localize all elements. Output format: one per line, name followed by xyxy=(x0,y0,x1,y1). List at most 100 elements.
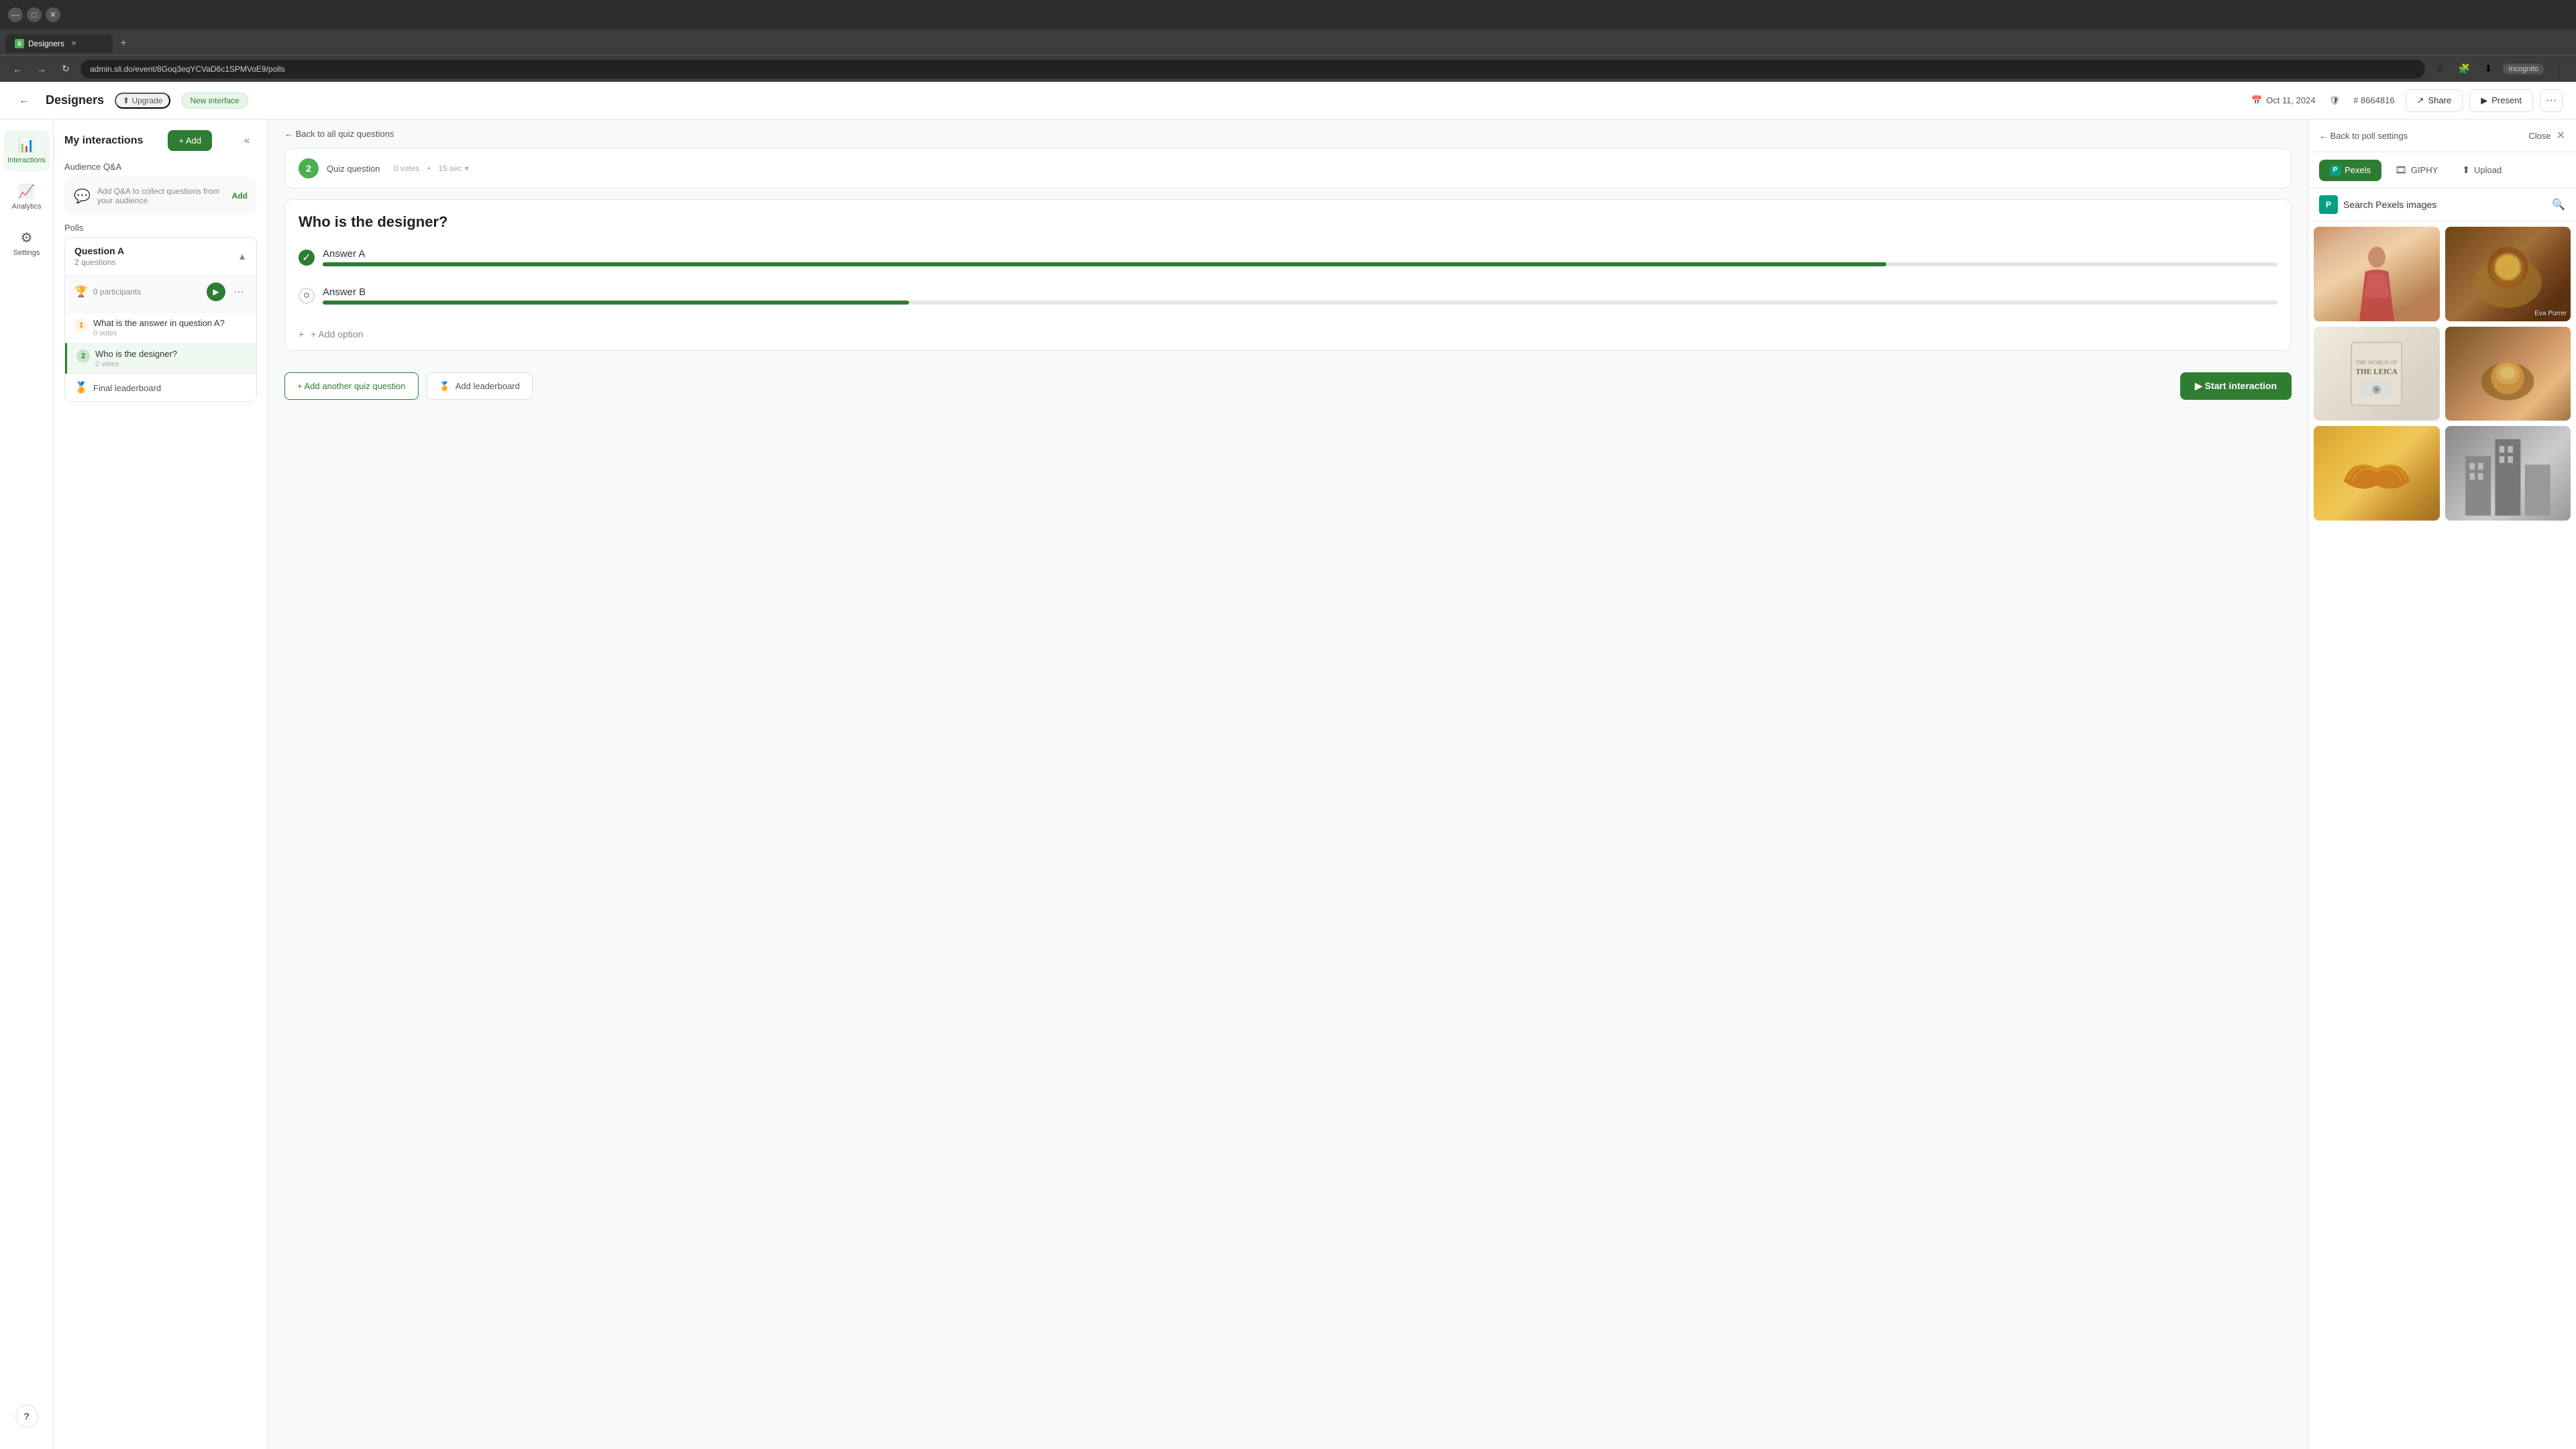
header-date: 📅 Oct 11, 2024 xyxy=(2251,95,2316,106)
pexels-tab-upload[interactable]: ⬆ Upload xyxy=(2451,159,2512,181)
question-row-2[interactable]: 2 Who is the designer? 0 votes xyxy=(65,343,256,374)
settings-icon: ⚙ xyxy=(21,229,33,246)
pexels-image-3[interactable]: THE WORLD OF THE LEICA xyxy=(2314,327,2440,421)
leaderboard-text: Final leaderboard xyxy=(93,383,161,393)
share-btn[interactable]: ↗ Share xyxy=(2406,89,2463,112)
answer-check-a: ✓ xyxy=(299,250,315,266)
answer-option-b: ○ Answer B xyxy=(299,280,2277,311)
bookmark-btn[interactable]: ☆ xyxy=(2430,60,2449,78)
qa-add-btn[interactable]: Add xyxy=(232,191,248,201)
header-actions: ↗ Share ▶ Present ··· xyxy=(2406,89,2563,112)
pexels-image-6[interactable] xyxy=(2445,426,2571,521)
help-btn[interactable]: ? xyxy=(15,1405,38,1428)
leaderboard-btn-icon: 🏅 xyxy=(439,381,450,392)
download-btn[interactable]: ⬇ xyxy=(2479,60,2498,78)
answer-bar-a xyxy=(323,262,2277,266)
add-interaction-btn[interactable]: + Add xyxy=(168,130,212,151)
tab-label: Designers xyxy=(28,39,64,48)
nav-back-btn[interactable]: ← xyxy=(8,60,27,78)
time-label: 15 sec xyxy=(438,164,462,173)
play-btn[interactable]: ▶ xyxy=(207,282,225,301)
new-interface-badge[interactable]: New interface xyxy=(181,93,248,109)
address-bar: ← → ↻ ☆ 🧩 ⬇ Incognito ⋮ xyxy=(0,55,2576,82)
browser-tab-designers[interactable]: S Designers ✕ xyxy=(5,34,113,53)
app-title: Designers xyxy=(46,93,104,107)
add-option-btn[interactable]: + + Add option xyxy=(285,322,2291,350)
sidebar-item-settings[interactable]: ⚙ Settings xyxy=(3,223,50,264)
interactions-icon: 📊 xyxy=(18,137,35,154)
upgrade-btn[interactable]: ⬆ Upgrade xyxy=(115,93,170,109)
header-meta: 📅 Oct 11, 2024 🛡 # 8664816 xyxy=(2251,95,2395,106)
pexels-tabs: P Pexels 🎞 GIPHY ⬆ Upload xyxy=(2308,152,2576,189)
svg-text:THE LEICA: THE LEICA xyxy=(2356,368,2398,376)
pexels-tab-label: Pexels xyxy=(2345,165,2371,175)
quiz-actions: + Add another quiz question 🏅 Add leader… xyxy=(284,362,2292,400)
more-options-btn[interactable]: ··· xyxy=(2540,89,2563,112)
upgrade-icon: ⬆ xyxy=(123,96,129,105)
tab-close-btn[interactable]: ✕ xyxy=(68,38,79,49)
back-to-poll-settings-link[interactable]: ← Back to poll settings xyxy=(2319,131,2408,141)
app-header: ← Designers ⬆ Upgrade New interface 📅 Oc… xyxy=(0,82,2576,119)
present-btn[interactable]: ▶ Present xyxy=(2469,89,2533,112)
extensions-btn[interactable]: 🧩 xyxy=(2455,60,2473,78)
pexels-header: ← Back to poll settings Close ✕ xyxy=(2308,119,2576,152)
start-interaction-btn[interactable]: ▶ Start interaction xyxy=(2180,372,2292,400)
quiz-header-card: 2 Quiz question 0 votes • 15 sec ▾ xyxy=(284,148,2292,189)
pexels-tab-pexels[interactable]: P Pexels xyxy=(2319,160,2381,181)
question-group-header[interactable]: Question A 2 questions ▲ xyxy=(65,237,256,275)
question-more-btn[interactable]: ⋯ xyxy=(231,285,247,299)
close-label: Close xyxy=(2528,131,2551,141)
main-content: 📊 Interactions 📈 Analytics ⚙ Settings ? … xyxy=(0,119,2576,1449)
header-hash: # 8664816 xyxy=(2353,95,2394,105)
incognito-badge: Incognito xyxy=(2503,64,2544,74)
answer-check-b: ○ xyxy=(299,288,315,304)
pexels-image-4[interactable] xyxy=(2445,327,2571,421)
pexels-tab-giphy[interactable]: 🎞 GIPHY xyxy=(2384,159,2449,181)
url-input[interactable] xyxy=(80,60,2425,78)
shield-icon: 🛡 xyxy=(2329,95,2341,106)
qa-text: Add Q&A to collect questions from your a… xyxy=(97,186,225,205)
pexels-image-1[interactable] xyxy=(2314,227,2440,321)
header-shield: 🛡 xyxy=(2329,95,2341,106)
question-badge: 2 xyxy=(299,158,319,178)
pexels-search-icon[interactable]: 🔍 xyxy=(2552,198,2565,211)
answers-area: ✓ Answer A ○ Ans xyxy=(285,231,2291,322)
interactions-panel: My interactions + Add « Audience Q&A 💬 A… xyxy=(54,119,268,1449)
time-selector[interactable]: 15 sec ▾ xyxy=(438,164,468,173)
leaderboard-row[interactable]: 🏅 Final leaderboard xyxy=(65,374,256,401)
window-minimize[interactable]: — xyxy=(8,7,23,22)
question-group-a: Question A 2 questions ▲ 🏆 0 participant… xyxy=(64,237,257,402)
pexels-image-2[interactable]: Eva Purrer xyxy=(2445,227,2571,321)
app-back-btn[interactable]: ← xyxy=(13,90,35,111)
sidebar-item-analytics[interactable]: 📈 Analytics xyxy=(3,176,50,217)
add-leaderboard-btn[interactable]: 🏅 Add leaderboard xyxy=(427,372,533,400)
nav-reload-btn[interactable]: ↻ xyxy=(56,60,75,78)
pexels-search-text: Search Pexels images xyxy=(2343,199,2546,210)
browser-toolbar: — □ ✕ xyxy=(0,0,2576,30)
question-votes-1: 0 votes xyxy=(93,329,225,337)
quiz-content: 2 Quiz question 0 votes • 15 sec ▾ xyxy=(268,148,2308,1449)
analytics-icon: 📈 xyxy=(18,183,35,200)
window-maximize[interactable]: □ xyxy=(27,7,42,22)
question-row-1[interactable]: 1 What is the answer in question A? 0 vo… xyxy=(65,312,256,343)
sidebar-item-interactions[interactable]: 📊 Interactions xyxy=(3,130,50,171)
collapse-btn[interactable]: « xyxy=(237,131,257,151)
trophy-icon: 🏆 xyxy=(74,285,88,299)
back-to-quiz-link[interactable]: ← Back to all quiz questions xyxy=(284,129,394,139)
add-quiz-question-btn[interactable]: + Add another quiz question xyxy=(284,372,419,400)
answer-bar-b xyxy=(323,301,2277,305)
question-number-1: 1 xyxy=(74,319,88,332)
new-tab-btn[interactable]: + xyxy=(115,36,131,52)
qa-icon: 💬 xyxy=(74,188,91,205)
group-count: 2 questions xyxy=(74,258,124,267)
interactions-label: Interactions xyxy=(7,156,46,164)
answer-bar-fill-b xyxy=(323,301,909,305)
menu-btn[interactable]: ⋮ xyxy=(2549,60,2568,78)
close-panel-btn[interactable]: Close ✕ xyxy=(2528,129,2565,142)
close-x-icon[interactable]: ✕ xyxy=(2557,129,2565,142)
answer-label-b: Answer B xyxy=(323,286,2277,298)
pexels-image-5[interactable] xyxy=(2314,426,2440,521)
nav-forward-btn[interactable]: → xyxy=(32,60,51,78)
window-close[interactable]: ✕ xyxy=(46,7,60,22)
app-container: ← Designers ⬆ Upgrade New interface 📅 Oc… xyxy=(0,82,2576,1449)
